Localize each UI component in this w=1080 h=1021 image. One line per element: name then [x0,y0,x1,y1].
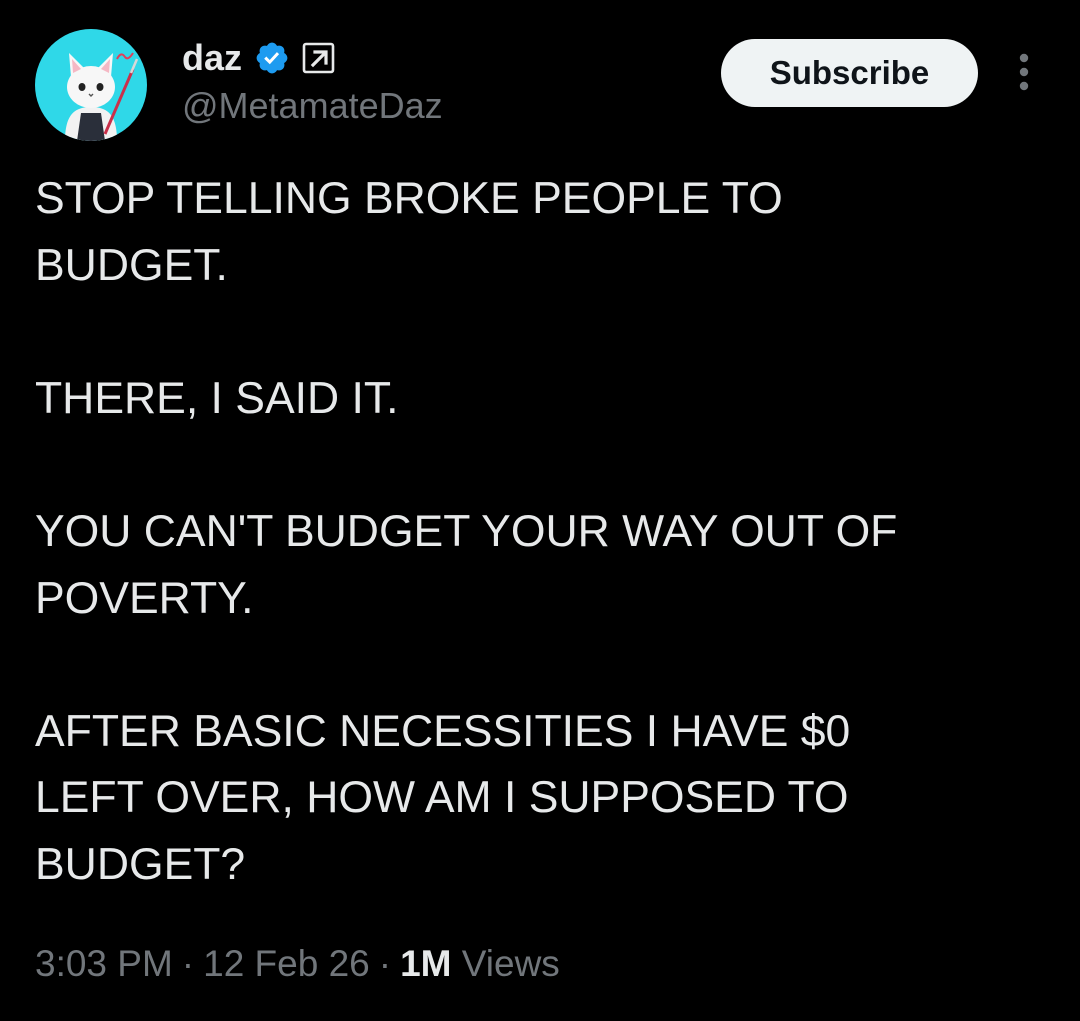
display-name[interactable]: daz [182,40,242,76]
external-link-arrow-icon[interactable] [302,41,336,75]
meta-separator: · [181,943,195,984]
author-name-row: daz [182,34,336,82]
more-vertical-icon[interactable] [1006,50,1042,96]
tweet-time[interactable]: 3:03 PM [35,943,173,984]
meta-separator: · [378,943,392,984]
subscribe-button[interactable]: Subscribe [721,39,978,107]
views-label[interactable]: Views [462,943,560,984]
tweet-meta: 3:03 PM · 12 Feb 26 · 1M Views [35,940,560,988]
views-count[interactable]: 1M [400,943,451,984]
tweet-date[interactable]: 12 Feb 26 [203,943,370,984]
verified-badge-icon[interactable] [254,40,290,76]
tweet-text: STOP TELLING BROKE PEOPLE TO BUDGET. THE… [35,174,898,889]
author-handle[interactable]: @MetamateDaz [182,84,443,128]
avatar[interactable] [35,29,147,141]
